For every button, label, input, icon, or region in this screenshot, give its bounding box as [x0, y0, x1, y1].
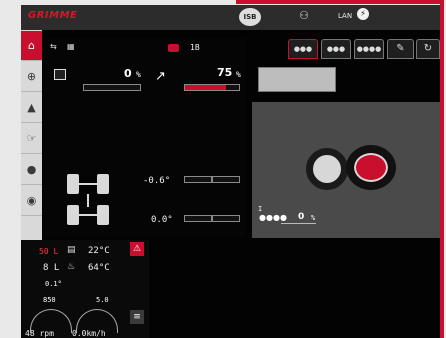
- oil-level-value: 8: [43, 263, 49, 273]
- speed-value: 0.0: [72, 329, 87, 338]
- sidebar-wheel-button[interactable]: ◉: [21, 186, 42, 216]
- lower-axle-line: [79, 214, 97, 216]
- incline-number: 0.1: [45, 280, 58, 288]
- right-gauge-bar: [184, 84, 240, 91]
- left-gauge-icon: [54, 69, 66, 80]
- machine-overview-icon: [258, 67, 336, 92]
- grid-icon[interactable]: ▦: [67, 42, 75, 51]
- angle-2-bar: [184, 215, 240, 222]
- left-roller-icon: [306, 148, 348, 190]
- speed-readout: 0.0km/h: [72, 329, 106, 338]
- angle-1-value: -0.6°: [143, 176, 170, 186]
- left-gauge-value: 0: [124, 67, 132, 80]
- oil-temp-value: 64: [88, 263, 99, 273]
- oil-temp-icon: ♨: [67, 262, 76, 272]
- rpm-readout: 48 rpm: [25, 329, 54, 338]
- lan-status-label: LAN: [338, 12, 353, 20]
- angle-2-number: 0.0: [151, 215, 168, 225]
- axle-upper-diagram: [67, 174, 109, 196]
- coolant-temp: 22°C: [88, 246, 110, 256]
- grimme-logo: GRIMME: [28, 10, 78, 21]
- fuel-level: 50 L: [39, 247, 58, 256]
- upper-left-wheel: [67, 174, 79, 194]
- left-gauge-unit: %: [136, 70, 141, 79]
- right-gauge-fill: [185, 85, 226, 90]
- settings-icon[interactable]: ⇆: [50, 42, 57, 51]
- iso-button[interactable]: ISB: [239, 8, 261, 26]
- axle-lower-diagram: [67, 205, 109, 227]
- incline-unit: °: [57, 280, 62, 288]
- ratio-icon: [168, 44, 179, 52]
- right-gauge-icon: ↗: [155, 69, 166, 84]
- angle-1-unit: °: [164, 176, 171, 186]
- upper-axle-line: [79, 183, 97, 185]
- upper-right-wheel: [97, 174, 109, 194]
- oil-level: 8 L: [43, 263, 59, 273]
- lower-left-wheel: [67, 205, 79, 225]
- angle-1-number: -0.6: [143, 176, 165, 186]
- fuel-level-value: 50: [39, 247, 49, 256]
- right-roller-icon[interactable]: [346, 145, 396, 190]
- oil-temp: 64°C: [88, 263, 110, 273]
- menu-icon[interactable]: ≡: [130, 310, 144, 324]
- oil-temp-unit: °C: [98, 263, 110, 273]
- left-gauge-bar: [83, 84, 141, 91]
- oil-level-unit: L: [53, 263, 60, 273]
- tab-refresh[interactable]: ↻: [416, 39, 440, 59]
- alarm-icon[interactable]: ⚠: [130, 242, 144, 256]
- sidebar-dots-button[interactable]: ●: [21, 155, 42, 185]
- coolant-temp-unit: °C: [98, 246, 110, 256]
- speed-unit: km/h: [86, 329, 106, 338]
- connection-icon[interactable]: ⚇: [294, 9, 314, 25]
- angle-2-marker: [211, 216, 213, 221]
- coolant-icon: ▤: [67, 245, 76, 255]
- angle-1-bar: [184, 176, 240, 183]
- lower-right-wheel: [97, 205, 109, 225]
- tab-rows-3[interactable]: ●●●: [321, 39, 351, 59]
- counter-label: I: [258, 205, 263, 213]
- rpm-unit: rpm: [39, 329, 54, 338]
- incline-value: 0.1°: [45, 280, 62, 288]
- angle-1-marker: [211, 177, 213, 182]
- tab-edit[interactable]: ✎: [387, 39, 414, 59]
- ratio-label: 1B: [190, 43, 200, 52]
- counter-unit: %: [311, 214, 316, 222]
- angle-2-unit: °: [167, 215, 173, 225]
- sidebar-hand-button[interactable]: ☞: [21, 124, 42, 154]
- bottom-right-value: 5.0: [96, 296, 109, 304]
- sidebar-tractor-button[interactable]: ⊕: [21, 62, 42, 92]
- top-status-bar: [21, 5, 440, 30]
- tab-rows-5[interactable]: ●●●●: [354, 39, 384, 59]
- coolant-temp-value: 22: [88, 246, 99, 256]
- right-gauge-value: 75: [217, 66, 233, 79]
- fuel-level-unit: L: [53, 247, 59, 256]
- lan-icon[interactable]: ⚡: [357, 8, 369, 20]
- sidebar-home-button[interactable]: ⌂: [21, 31, 42, 61]
- tab-rows-4[interactable]: ●●●: [288, 39, 318, 59]
- angle-2-value: 0.0°: [151, 215, 173, 225]
- counter-value: 0: [298, 212, 305, 222]
- right-gauge-unit: %: [236, 70, 241, 79]
- rpm-value: 48: [25, 329, 35, 338]
- bottom-left-value: 850: [43, 296, 56, 304]
- sidebar-level-button[interactable]: ▲: [21, 93, 42, 123]
